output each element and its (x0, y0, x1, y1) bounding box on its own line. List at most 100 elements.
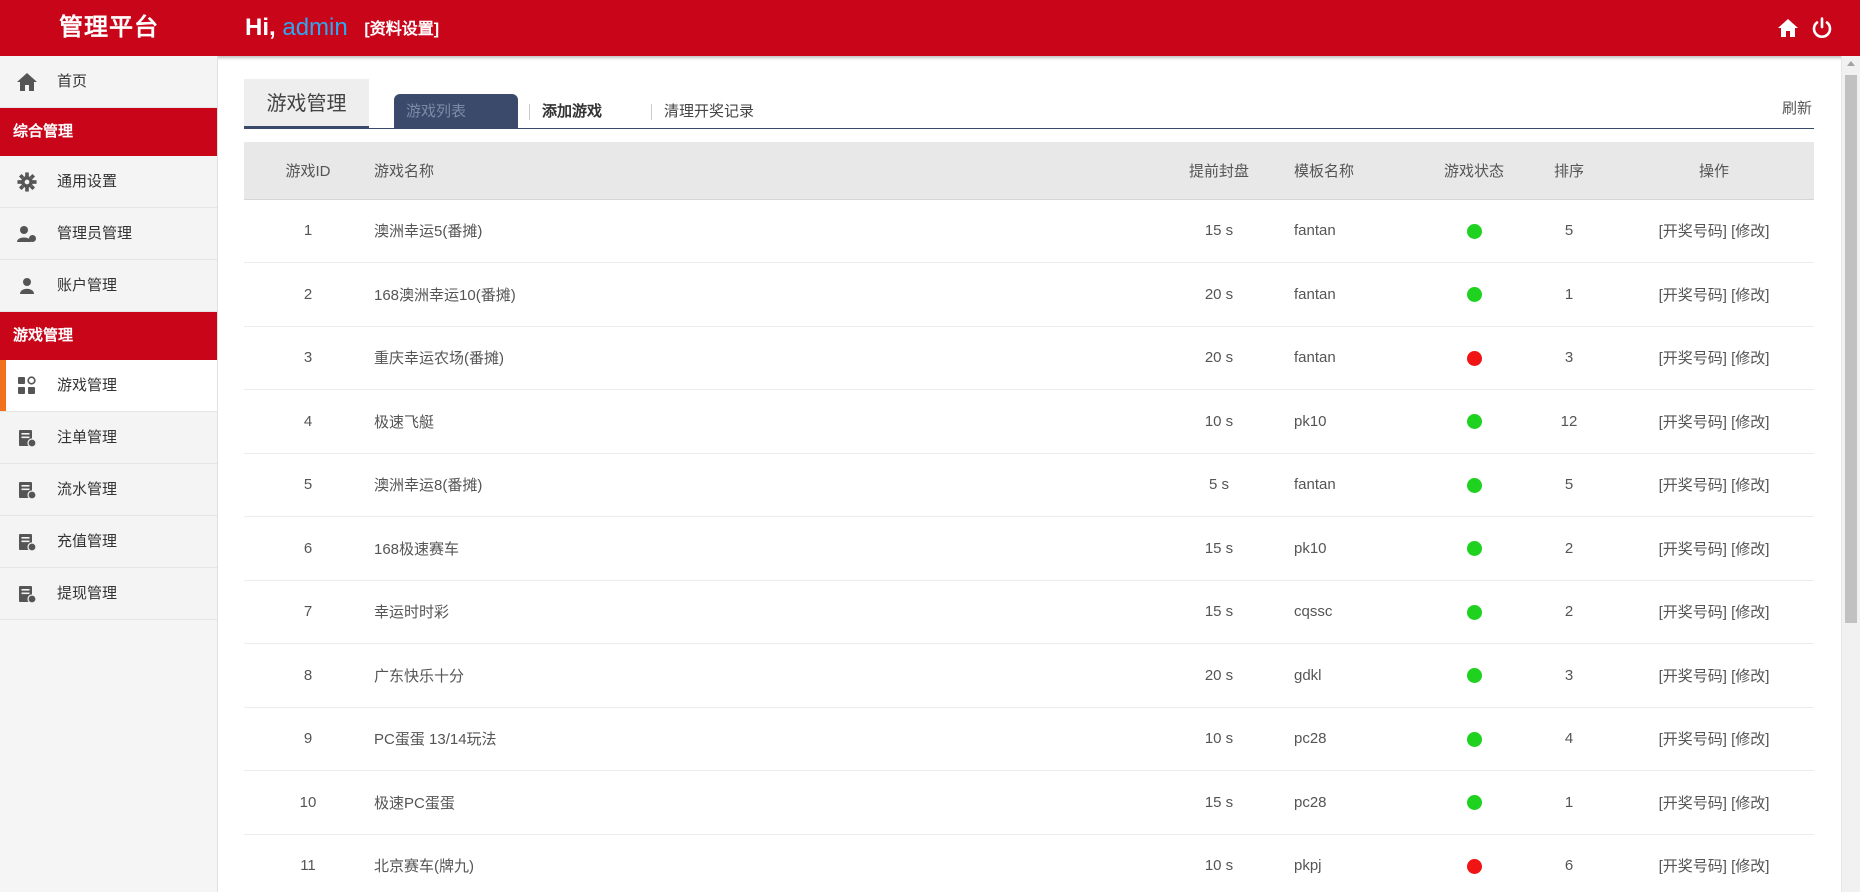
table-row: 6 168极速赛车 15 s pk10 2 [开奖号码] [修改] (244, 517, 1814, 581)
tab-add-game[interactable]: 添加游戏 (529, 104, 602, 120)
draw-numbers-link[interactable]: [开奖号码] (1659, 731, 1727, 748)
tab-clear-draw-records[interactable]: 清理开奖记录 (651, 104, 754, 120)
edit-link[interactable]: [修改] (1731, 668, 1769, 685)
home-icon[interactable] (1776, 16, 1800, 40)
status-dot-icon (1466, 541, 1482, 557)
edit-link[interactable]: [修改] (1731, 350, 1769, 367)
cell-id: 8 (303, 666, 313, 684)
cell-sort: 12 (1560, 412, 1578, 430)
table-row: 3 重庆幸运农场(番摊) 20 s fantan 3 [开奖号码] [修改] (244, 326, 1814, 390)
draw-numbers-link[interactable]: [开奖号码] (1659, 223, 1727, 240)
cell-ops: [开奖号码] [修改] (1614, 771, 1814, 835)
table-row: 8 广东快乐十分 20 s gdkl 3 [开奖号码] [修改] (244, 644, 1814, 708)
cell-template: cqssc (1294, 603, 1333, 621)
cell-ops: [开奖号码] [修改] (1614, 263, 1814, 327)
cell-name: 幸运时时彩 (374, 604, 450, 622)
cell-ops: [开奖号码] [修改] (1614, 390, 1814, 454)
cell-name: 极速飞艇 (374, 413, 435, 431)
cell-status (1424, 707, 1524, 771)
cell-close: 20 s (1204, 666, 1234, 684)
edit-link[interactable]: [修改] (1731, 731, 1769, 748)
ledger-icon (19, 586, 37, 604)
cell-sort: 5 (1564, 222, 1574, 240)
table-row: 2 168澳洲幸运10(番摊) 20 s fantan 1 [开奖号码] [修改] (244, 263, 1814, 327)
sidebar-item-bets[interactable]: 注单管理 (0, 412, 217, 464)
edit-link[interactable]: [修改] (1731, 541, 1769, 558)
sidebar-item-accounts[interactable]: 账户管理 (0, 260, 217, 312)
games-table: 游戏ID 游戏名称 提前封盘 模板名称 游戏状态 排序 操作 1 澳洲幸运5(番摊… (244, 142, 1814, 892)
page-title: 游戏管理 (244, 79, 369, 129)
cell-template: pc28 (1294, 730, 1327, 748)
cell-ops: [开奖号码] [修改] (1614, 517, 1814, 581)
sidebar-item-recharge[interactable]: 充值管理 (0, 516, 217, 568)
cell-sort: 5 (1564, 476, 1574, 494)
cell-sort: 1 (1564, 285, 1574, 303)
sidebar-item-label: 注单管理 (57, 429, 118, 446)
cell-sort: 6 (1564, 857, 1574, 875)
sidebar-item-label: 提现管理 (57, 585, 118, 602)
status-dot-icon (1466, 414, 1482, 430)
cell-sort: 2 (1564, 603, 1574, 621)
cell-close: 15 s (1204, 222, 1234, 240)
sidebar-item-withdraw[interactable]: 提现管理 (0, 568, 217, 620)
cell-close: 15 s (1204, 793, 1234, 811)
cell-name: 极速PC蛋蛋 (374, 794, 455, 812)
edit-link[interactable]: [修改] (1731, 604, 1769, 621)
cell-name: 168极速赛车 (374, 540, 460, 558)
edit-link[interactable]: [修改] (1731, 795, 1769, 812)
cell-sort: 2 (1564, 539, 1574, 557)
cell-id: 5 (303, 476, 313, 494)
cell-template: fantan (1294, 476, 1336, 494)
cell-name: PC蛋蛋 13/14玩法 (374, 731, 497, 749)
sidebar-item-home[interactable]: 首页 (0, 56, 217, 108)
power-icon[interactable] (1810, 16, 1834, 40)
edit-link[interactable]: [修改] (1731, 414, 1769, 431)
edit-link[interactable]: [修改] (1731, 858, 1769, 875)
edit-link[interactable]: [修改] (1731, 223, 1769, 240)
table-row: 10 极速PC蛋蛋 15 s pc28 1 [开奖号码] [修改] (244, 771, 1814, 835)
cell-id: 7 (303, 603, 313, 621)
sidebar-item-label: 流水管理 (57, 481, 118, 498)
cell-close: 5 s (1208, 476, 1229, 494)
table-row: 11 北京赛车(牌九) 10 s pkpj 6 [开奖号码] [修改] (244, 834, 1814, 892)
draw-numbers-link[interactable]: [开奖号码] (1659, 541, 1727, 558)
cell-ops: [开奖号码] [修改] (1614, 644, 1814, 708)
scrollbar[interactable] (1841, 56, 1860, 892)
sidebar-item-general-settings[interactable]: 通用设置 (0, 156, 217, 208)
col-header-id: 游戏ID (244, 142, 372, 200)
cell-template: pk10 (1294, 412, 1327, 430)
sidebar-item-admins[interactable]: 管理员管理 (0, 208, 217, 260)
cell-name: 广东快乐十分 (374, 667, 465, 685)
cell-id: 4 (303, 412, 313, 430)
draw-numbers-link[interactable]: [开奖号码] (1659, 668, 1727, 685)
draw-numbers-link[interactable]: [开奖号码] (1659, 858, 1727, 875)
refresh-button[interactable]: 刷新 (1782, 97, 1812, 118)
table-header-row: 游戏ID 游戏名称 提前封盘 模板名称 游戏状态 排序 操作 (244, 142, 1814, 200)
status-dot-icon (1466, 223, 1482, 239)
cell-status (1424, 453, 1524, 517)
apps-icon (18, 376, 36, 394)
draw-numbers-link[interactable]: [开奖号码] (1659, 414, 1727, 431)
draw-numbers-link[interactable]: [开奖号码] (1659, 604, 1727, 621)
draw-numbers-link[interactable]: [开奖号码] (1659, 477, 1727, 494)
tab-game-list[interactable]: 游戏列表 (394, 94, 518, 129)
cell-id: 6 (303, 539, 313, 557)
profile-settings-link[interactable]: [资料设置] (364, 21, 439, 38)
draw-numbers-link[interactable]: [开奖号码] (1659, 795, 1727, 812)
cell-status (1424, 263, 1524, 327)
scroll-up-arrow-icon[interactable] (1847, 61, 1855, 66)
draw-numbers-link[interactable]: [开奖号码] (1659, 350, 1727, 367)
col-header-sort: 排序 (1524, 142, 1614, 200)
edit-link[interactable]: [修改] (1731, 477, 1769, 494)
sidebar: 首页 综合管理 通用设置 管理员管理 账户管理 游戏管理 游戏管理 注单管理 流… (0, 56, 218, 892)
edit-link[interactable]: [修改] (1731, 287, 1769, 304)
scrollbar-thumb[interactable] (1845, 75, 1857, 623)
col-header-close: 提前封盘 (1164, 142, 1274, 200)
sidebar-item-games[interactable]: 游戏管理 (0, 360, 217, 412)
sidebar-item-flows[interactable]: 流水管理 (0, 464, 217, 516)
cell-sort: 3 (1564, 349, 1574, 367)
cell-id: 11 (300, 857, 316, 875)
cell-close: 10 s (1204, 857, 1234, 875)
cell-name: 澳洲幸运5(番摊) (374, 223, 483, 241)
draw-numbers-link[interactable]: [开奖号码] (1659, 287, 1727, 304)
